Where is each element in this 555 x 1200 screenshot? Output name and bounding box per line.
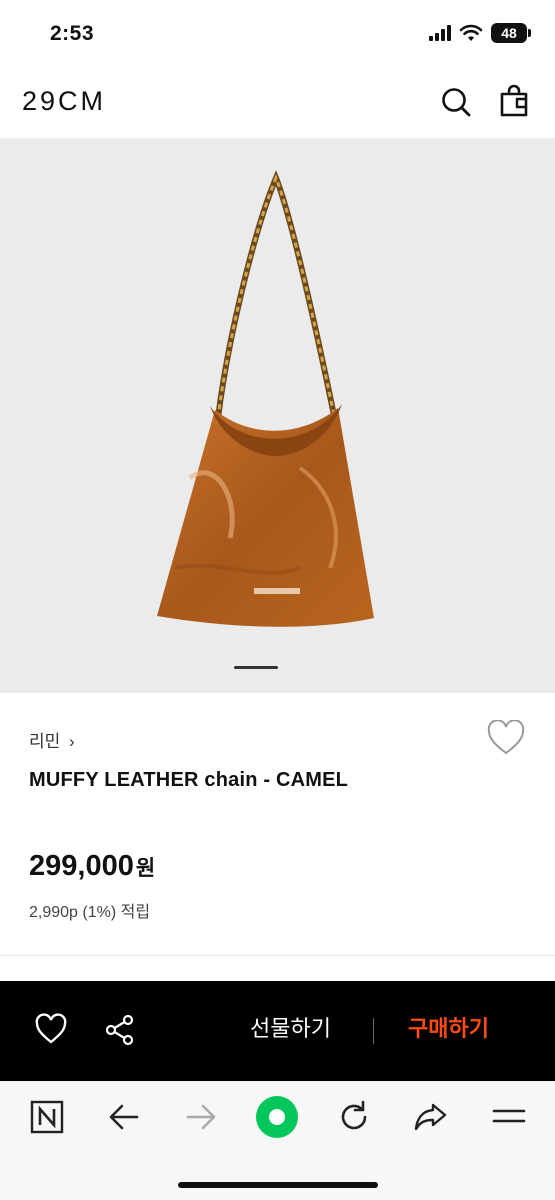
logo[interactable]: 29CM — [22, 86, 106, 117]
heart-icon[interactable] — [486, 720, 526, 756]
buy-button[interactable]: 구매하기 — [408, 1011, 489, 1043]
share-icon[interactable] — [103, 1013, 137, 1047]
battery-level: 48 — [501, 25, 517, 41]
wifi-icon — [459, 24, 483, 41]
price: 299,000원 — [29, 850, 155, 883]
product-image[interactable] — [0, 138, 555, 693]
points-info: 2,990p (1%) 적립 — [29, 904, 151, 921]
product-name: MUFFY LEATHER chain - CAMEL — [29, 769, 349, 791]
app-header: 29CM — [0, 70, 555, 138]
battery-icon: 48 — [491, 23, 531, 43]
reload-icon[interactable] — [334, 1097, 374, 1137]
search-icon[interactable] — [438, 84, 474, 120]
green-home-icon[interactable] — [255, 1095, 299, 1139]
share-arrow-icon[interactable] — [411, 1097, 451, 1137]
status-time: 2:53 — [50, 22, 95, 45]
chevron-right-icon: › — [69, 732, 75, 751]
price-value: 299,000 — [29, 850, 134, 882]
price-unit: 원 — [135, 857, 156, 880]
carousel-indicator — [234, 666, 278, 669]
back-arrow-icon[interactable] — [104, 1097, 144, 1137]
brand-link[interactable]: 리민 › — [29, 727, 75, 752]
status-bar: 2:53 48 — [0, 0, 555, 70]
purchase-action-bar: 선물하기 구매하기 — [0, 981, 555, 1081]
forward-arrow-icon[interactable] — [181, 1097, 221, 1137]
shopping-bag-icon[interactable] — [497, 84, 533, 120]
gift-button[interactable]: 선물하기 — [250, 1011, 331, 1043]
home-indicator — [178, 1182, 378, 1188]
cellular-signal-icon — [429, 25, 451, 41]
heart-icon[interactable] — [34, 1013, 68, 1047]
camel-leather-chain-bag-image — [157, 170, 374, 627]
status-icons: 48 — [429, 23, 531, 43]
menu-icon[interactable] — [489, 1097, 529, 1137]
naver-n-icon[interactable] — [27, 1097, 67, 1137]
brand-name: 리민 — [29, 732, 61, 751]
divider — [0, 955, 555, 956]
divider — [373, 1018, 374, 1044]
